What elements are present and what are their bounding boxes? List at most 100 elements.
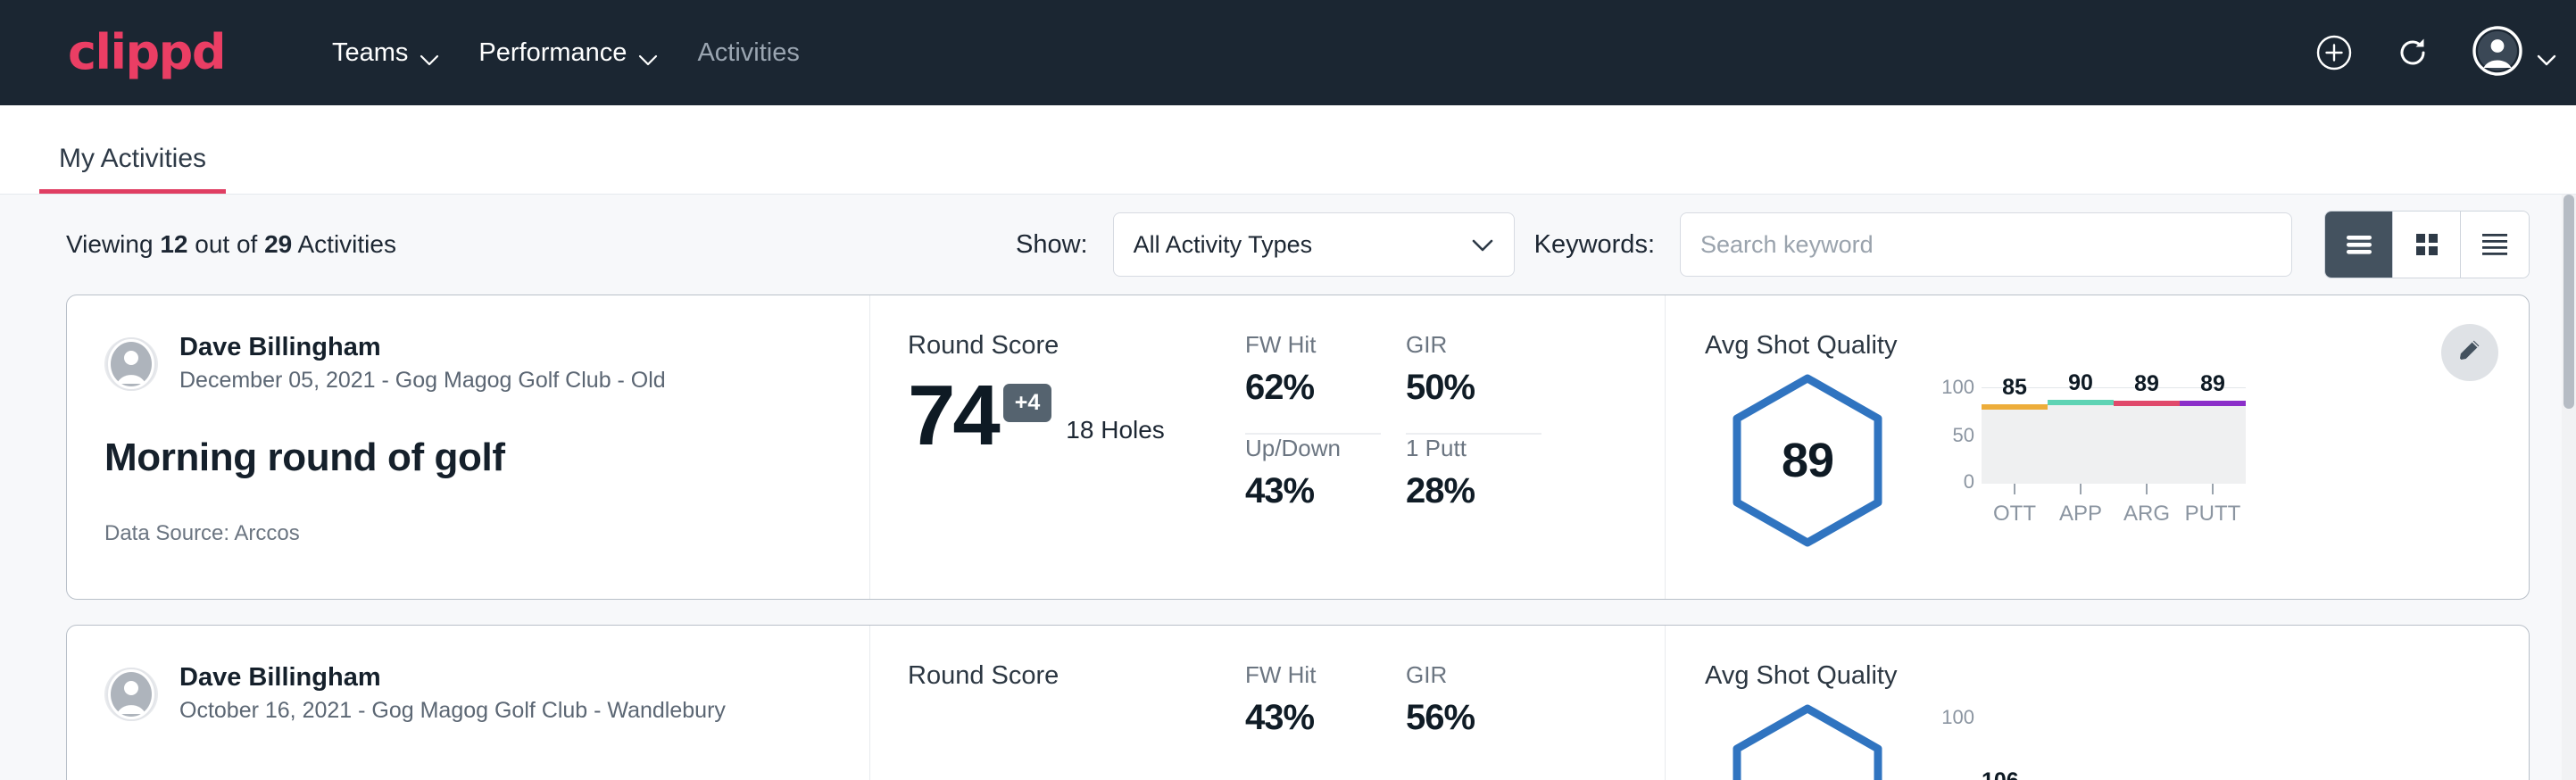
page-scrollbar[interactable]: [2562, 195, 2576, 780]
tab-my-activities-label: My Activities: [59, 144, 206, 173]
activity-title: Morning round of golf: [104, 436, 869, 480]
refresh-icon[interactable]: [2394, 34, 2431, 71]
edit-activity-button[interactable]: [2441, 324, 2498, 381]
filter-controls: Show: All Activity Types Keywords:: [1016, 211, 2530, 278]
bar-app-rect: [2048, 400, 2114, 484]
viewing-count: 12: [160, 230, 187, 258]
score-differential-badge: +4: [1003, 384, 1052, 422]
x-tick-putt: PUTT: [2180, 484, 2246, 527]
viewing-count-text: Viewing 12 out of 29 Activities: [66, 230, 396, 259]
quality-hexagon-value: [1728, 703, 1887, 780]
round-score-value-row: 74 +4 18 Holes: [908, 377, 1245, 455]
show-label: Show:: [1016, 230, 1088, 260]
bar-putt-cap: [2180, 401, 2246, 406]
quality-hexagon: [1728, 703, 1887, 780]
nav-item-performance-label: Performance: [478, 38, 627, 68]
bar-putt-rect: [2180, 401, 2246, 484]
nav-item-performance[interactable]: Performance: [478, 38, 638, 68]
viewing-suffix: Activities: [292, 230, 396, 258]
stat-gir-value: 56%: [1406, 698, 1541, 738]
x-tick-app: APP: [2048, 484, 2114, 527]
grid-view-toggle[interactable]: [2393, 212, 2461, 278]
activity-card[interactable]: Dave Billingham December 05, 2021 - Gog …: [66, 295, 2530, 600]
x-tick-app-label: APP: [2059, 502, 2102, 527]
app-logo[interactable]: clippd: [68, 29, 225, 77]
top-navigation-bar: clippd Teams Performance Activities: [0, 0, 2576, 105]
viewing-total: 29: [264, 230, 292, 258]
bar-arg-value: 89: [2114, 371, 2180, 397]
stat-gir: GIR 50%: [1406, 331, 1541, 435]
view-mode-toggle-group: [2324, 211, 2530, 278]
activity-card[interactable]: Dave Billingham October 16, 2021 - Gog M…: [66, 625, 2530, 780]
player-name: Dave Billingham: [179, 331, 666, 363]
player-name: Dave Billingham: [179, 661, 726, 693]
chart-plot-area: 85 90: [1982, 387, 2246, 484]
shot-quality-bar-chart: 100 94 82: [1910, 698, 2529, 780]
stat-gir-value: 50%: [1406, 368, 1541, 408]
y-tick-50: 50: [1953, 424, 1974, 447]
avg-shot-quality-label: Avg Shot Quality: [1705, 331, 2529, 361]
filter-bar: Viewing 12 out of 29 Activities Show: Al…: [0, 195, 2576, 295]
avg-shot-quality-column: Avg Shot Quality 100: [1665, 626, 2529, 780]
bar-arg: 89: [2114, 387, 2180, 484]
stat-fw-hit-label: FW Hit: [1245, 661, 1381, 689]
avg-shot-quality-label: Avg Shot Quality: [1705, 661, 2529, 691]
round-score-column: Round Score 74 +4 18 Holes: [870, 295, 1245, 599]
avatar: [104, 337, 158, 391]
stat-gir-label: GIR: [1406, 661, 1541, 689]
bar-app: 90: [2048, 387, 2114, 484]
chart-bars: 85 90: [1982, 387, 2246, 484]
compact-view-toggle[interactable]: [2461, 212, 2529, 278]
activity-summary-column: Dave Billingham October 16, 2021 - Gog M…: [67, 626, 870, 780]
stat-gir: GIR 56%: [1406, 661, 1541, 765]
nav-item-activities[interactable]: Activities: [697, 38, 799, 68]
holes-played-label: 18 Holes: [1066, 416, 1165, 444]
list-view-toggle[interactable]: [2325, 212, 2393, 278]
bar-arg-cap: [2114, 401, 2180, 406]
bar-putt: 89: [2180, 387, 2246, 484]
bar-ott-rect: [1982, 404, 2048, 484]
stat-fw-hit-value: 43%: [1245, 698, 1381, 738]
chart-y-axis: 100 50 0: [1932, 387, 1982, 484]
viewing-mid: out of: [187, 230, 264, 258]
quality-hexagon: 89: [1728, 373, 1887, 548]
y-tick-100: 100: [1941, 376, 1974, 399]
activity-meta: December 05, 2021 - Gog Magog Golf Club …: [179, 366, 666, 396]
activity-author: Dave Billingham December 05, 2021 - Gog …: [104, 331, 869, 396]
user-menu[interactable]: [2472, 26, 2537, 80]
nav-item-teams-label: Teams: [332, 38, 408, 68]
add-circle-icon[interactable]: [2315, 34, 2353, 71]
viewing-prefix: Viewing: [66, 230, 160, 258]
x-tick-ott-label: OTT: [1993, 502, 2036, 527]
shot-quality-bar-chart: 100 50 0 85: [1910, 368, 2529, 527]
page-scrollbar-thumb[interactable]: [2564, 195, 2574, 409]
quality-hexagon-wrap: [1705, 698, 1910, 780]
y-tick-100: 100: [1941, 706, 1974, 729]
stat-fw-hit-label: FW Hit: [1245, 331, 1381, 359]
stat-fw-hit: FW Hit 62%: [1245, 331, 1381, 435]
stat-up-down-label: Up/Down: [1245, 435, 1381, 462]
stat-up-down: Up/Down 43%: [1245, 435, 1381, 538]
avg-shot-quality-body: 100 94 82: [1705, 698, 2529, 780]
x-tick-ott: OTT: [1982, 484, 2048, 527]
tab-my-activities[interactable]: My Activities: [39, 144, 226, 194]
chart-x-tick-labels: OTT APP ARG PUTT: [1982, 484, 2246, 527]
bar-putt-value: 89: [2180, 371, 2246, 397]
round-score-label: Round Score: [908, 331, 1245, 361]
activity-summary-column: Dave Billingham December 05, 2021 - Gog …: [67, 295, 870, 599]
stat-gir-label: GIR: [1406, 331, 1541, 359]
activity-meta: October 16, 2021 - Gog Magog Golf Club -…: [179, 696, 726, 726]
keywords-label: Keywords:: [1534, 230, 1655, 260]
x-tick-putt-label: PUTT: [2185, 502, 2241, 527]
round-score-label: Round Score: [908, 661, 1245, 691]
round-stats-grid: FW Hit 62% GIR 50% Up/Down 43% 1 Putt 28…: [1245, 295, 1665, 599]
nav-actions: [2315, 26, 2537, 80]
activity-author: Dave Billingham October 16, 2021 - Gog M…: [104, 661, 869, 726]
user-avatar-icon: [2472, 26, 2522, 80]
stat-one-putt: 1 Putt 28%: [1406, 435, 1541, 538]
search-input[interactable]: [1680, 212, 2292, 277]
activity-card-list: Dave Billingham December 05, 2021 - Gog …: [0, 295, 2576, 780]
bar-ott-cap: [1982, 404, 2048, 410]
activity-type-select[interactable]: All Activity Types: [1113, 212, 1515, 277]
nav-item-teams[interactable]: Teams: [332, 38, 420, 68]
